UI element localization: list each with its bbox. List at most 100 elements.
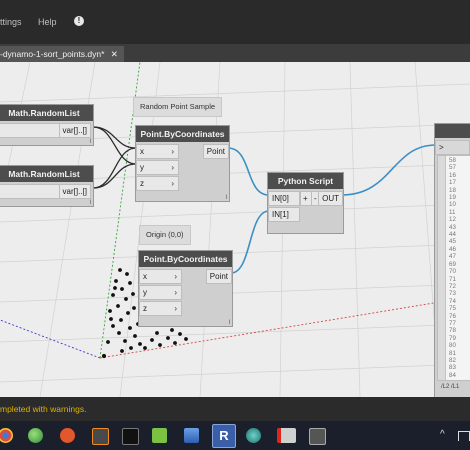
tree-icon[interactable]: [152, 428, 167, 443]
chrome-icon[interactable]: [0, 428, 13, 443]
input-port-x[interactable]: x ›: [136, 144, 179, 159]
node-python-script[interactable]: Python Script IN[0] IN[1] + - OUT: [267, 172, 344, 234]
output-port[interactable]: Point: [202, 144, 229, 159]
watch-footer: /L2 /L1: [441, 384, 460, 390]
watch-item: 82: [449, 356, 456, 364]
node-title: Math.RandomList: [0, 166, 93, 182]
watch-item: 17: [449, 179, 456, 187]
watch-item: 78: [449, 327, 456, 335]
watch-item: 75: [449, 305, 456, 313]
input-port-z[interactable]: z ›: [139, 301, 182, 316]
watch-item: 57: [449, 164, 456, 172]
network-tray-icon[interactable]: [458, 431, 470, 441]
watch-item: 71: [449, 275, 456, 283]
wire-point1-python: [227, 147, 270, 196]
node-point-by-coordinates-1[interactable]: Point.ByCoordinates x › y › z › Point l: [135, 125, 230, 202]
node-random-list-1[interactable]: Math.RandomList var[]..[] l: [0, 104, 94, 146]
watch-item: 83: [449, 364, 456, 372]
wire-point2-python: [230, 210, 270, 274]
watch-item: 72: [449, 282, 456, 290]
tab-close-icon[interactable]: ✕: [111, 49, 118, 59]
menu-bar: ttings Help !: [0, 0, 470, 44]
watch-item: 58: [449, 157, 456, 164]
note-origin[interactable]: Origin (0,0): [139, 225, 191, 245]
port-label: y: [140, 163, 144, 172]
watch-item: 73: [449, 290, 456, 298]
input-port-z[interactable]: z ›: [136, 176, 179, 191]
lacing-indicator: l: [225, 195, 227, 201]
port-label: z: [143, 304, 147, 313]
terminal-icon[interactable]: [122, 428, 139, 445]
chevron-right-icon: ›: [174, 272, 177, 281]
watch-item: 84: [449, 371, 456, 379]
tab-title: -dynamo-1-sort_points.dyn*: [0, 49, 105, 59]
watch-item: 79: [449, 334, 456, 342]
output-port[interactable]: Point: [205, 269, 232, 284]
watch-item: 81: [449, 349, 456, 357]
input-port-in1[interactable]: IN[1]: [268, 207, 300, 222]
output-port[interactable]: var[]..[]: [58, 184, 91, 199]
watch-scrollbar[interactable]: [438, 156, 446, 380]
input-port[interactable]: [0, 184, 62, 199]
watch-item: 46: [449, 245, 456, 253]
watch-item: 69: [449, 260, 456, 268]
ubuntu-icon[interactable]: [60, 428, 75, 443]
node-title: Math.RandomList: [0, 105, 93, 121]
node-title: Python Script: [268, 173, 343, 189]
lacing-indicator: l: [228, 320, 230, 326]
watch-list[interactable]: 58 57 16 17 18 19 10 11 12 43 44 45 46 47 69 70 71 72 73 74…: [437, 155, 470, 381]
watch-item: 11: [449, 208, 456, 216]
node-title: [435, 124, 470, 138]
menu-settings[interactable]: ttings: [0, 17, 22, 27]
port-label: z: [140, 179, 144, 188]
pdf-icon[interactable]: [277, 428, 296, 443]
chevron-right-icon: ›: [174, 288, 177, 297]
node-watch[interactable]: > 58 57 16 17 18 19 10 11 12 43 44 45 46 47 69 70 71 72 73…: [434, 123, 470, 397]
node-random-list-2[interactable]: Math.RandomList var[]..[] l: [0, 165, 94, 207]
sublime-icon[interactable]: [92, 428, 109, 445]
warning-icon[interactable]: !: [74, 16, 84, 26]
watch-item: 12: [449, 216, 456, 224]
input-port[interactable]: >: [435, 140, 470, 155]
green-orb-icon[interactable]: [28, 428, 43, 443]
chevron-right-icon: ›: [174, 304, 177, 313]
input-port-x[interactable]: x ›: [139, 269, 182, 284]
menu-help[interactable]: Help: [38, 17, 57, 27]
node-title: Point.ByCoordinates: [136, 126, 229, 142]
tray-arrow-icon[interactable]: ^: [440, 429, 445, 440]
chevron-right-icon: ›: [171, 163, 174, 172]
output-port[interactable]: var[]..[]: [58, 123, 91, 138]
input-port-y[interactable]: y ›: [136, 160, 179, 175]
watch-item: 16: [449, 171, 456, 179]
watch-item: 10: [449, 201, 456, 209]
watch-item: 77: [449, 319, 456, 327]
port-label: x: [140, 147, 144, 156]
taskbar: R ^: [0, 421, 470, 450]
globe-icon[interactable]: [246, 428, 261, 443]
node-point-by-coordinates-2[interactable]: Point.ByCoordinates x › y › z › Point l: [138, 250, 233, 327]
input-port-in0[interactable]: IN[0]: [268, 191, 300, 206]
output-port[interactable]: OUT: [318, 191, 343, 206]
port-label: x: [143, 272, 147, 281]
port-label: y: [143, 288, 147, 297]
input-port-y[interactable]: y ›: [139, 285, 182, 300]
watch-item: 43: [449, 223, 456, 231]
status-text: mpleted with warnings.: [0, 404, 87, 414]
tab-strip: -dynamo-1-sort_points.dyn* ✕: [0, 44, 470, 62]
chevron-right-icon: ›: [171, 179, 174, 188]
network-icon[interactable]: [184, 428, 199, 443]
input-port[interactable]: [0, 123, 62, 138]
watch-item: 18: [449, 186, 456, 194]
status-bar: mpleted with warnings.: [0, 397, 470, 421]
wire-list1-y: [92, 126, 137, 165]
tab-sort-points[interactable]: -dynamo-1-sort_points.dyn* ✕: [0, 46, 124, 62]
revit-icon[interactable]: R: [212, 424, 236, 448]
monitor-icon[interactable]: [309, 428, 326, 445]
node-title: Point.ByCoordinates: [139, 251, 232, 267]
watch-item: 45: [449, 238, 456, 246]
lacing-indicator: l: [89, 139, 91, 145]
watch-item: 19: [449, 194, 456, 202]
note-random-point-sample[interactable]: Random Point Sample: [133, 97, 223, 117]
graph-canvas[interactable]: Random Point Sample Origin (0,0) Math.Ra…: [0, 62, 470, 397]
watch-items: 58 57 16 17 18 19 10 11 12 43 44 45 46 47 69 70 71 72 73 74…: [449, 157, 456, 379]
